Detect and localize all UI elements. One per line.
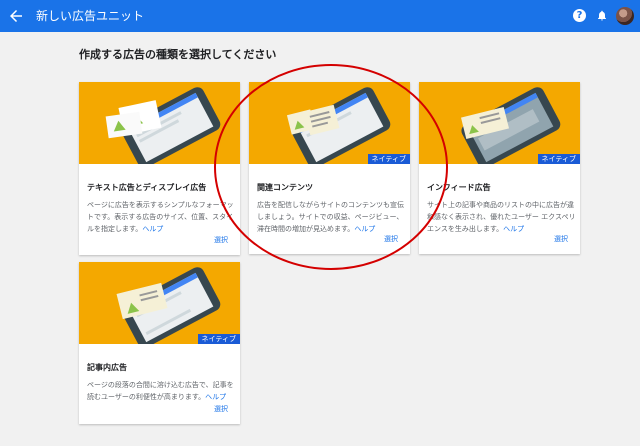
help-link[interactable]: ヘルプ [142,225,163,233]
native-badge: ネイティブ [537,154,580,164]
ad-type-card-in-feed[interactable]: ネイティブ インフィード広告 サイト上の記事や商品のリストの中に広告が違和感なく… [419,82,580,254]
card-description: ページに広告を表示するシンプルなフォーマットです。表示する広告のサイズ、位置、ス… [87,201,234,233]
ad-type-card-in-article[interactable]: ネイティブ 記事内広告 ページの段落の合間に溶け込む広告で、記事を読むユーザーの… [79,262,240,424]
card-description: ページの段落の合間に溶け込む広告で、記事を読むユーザーの利便性が高まります。ヘル… [87,381,234,401]
card-illustration [79,82,240,164]
section-heading: 作成する広告の種類を選択してください [79,48,277,61]
select-button[interactable]: 選択 [214,235,228,245]
help-link[interactable]: ヘルプ [205,393,226,401]
card-illustration: ネイティブ [79,262,240,344]
select-button[interactable]: 選択 [384,234,398,244]
card-title: 関連コンテンツ [257,183,313,192]
ad-type-card-related-content[interactable]: ネイティブ 関連コンテンツ 広告を配信しながらサイトのコンテンツも宣伝しましょう… [249,82,410,254]
card-description: 広告を配信しながらサイトのコンテンツも宣伝しましょう。サイトでの収益、ページビュ… [257,201,404,233]
arrow-back-icon[interactable] [7,7,25,25]
select-button[interactable]: 選択 [554,234,568,244]
select-button[interactable]: 選択 [214,404,228,414]
card-title: インフィード広告 [427,183,491,192]
native-badge: ネイティブ [367,154,410,164]
avatar[interactable] [616,7,634,25]
card-description: サイト上の記事や商品のリストの中に広告が違和感なく表示され、優れたユーザー エク… [427,201,576,233]
help-link[interactable]: ヘルプ [354,225,375,233]
ad-type-card-text-display[interactable]: テキスト広告とディスプレイ広告 ページに広告を表示するシンプルなフォーマットです… [79,82,240,255]
card-illustration: ネイティブ [419,82,580,164]
card-title: テキスト広告とディスプレイ広告 [87,183,207,192]
card-title: 記事内広告 [87,363,127,372]
help-icon[interactable]: ? [573,9,586,22]
top-app-bar: 新しい広告ユニット ? [0,0,640,32]
bell-icon[interactable] [596,9,608,22]
native-badge: ネイティブ [197,334,240,344]
card-illustration: ネイティブ [249,82,410,164]
help-link[interactable]: ヘルプ [503,225,524,233]
page-title: 新しい広告ユニット [36,9,145,23]
